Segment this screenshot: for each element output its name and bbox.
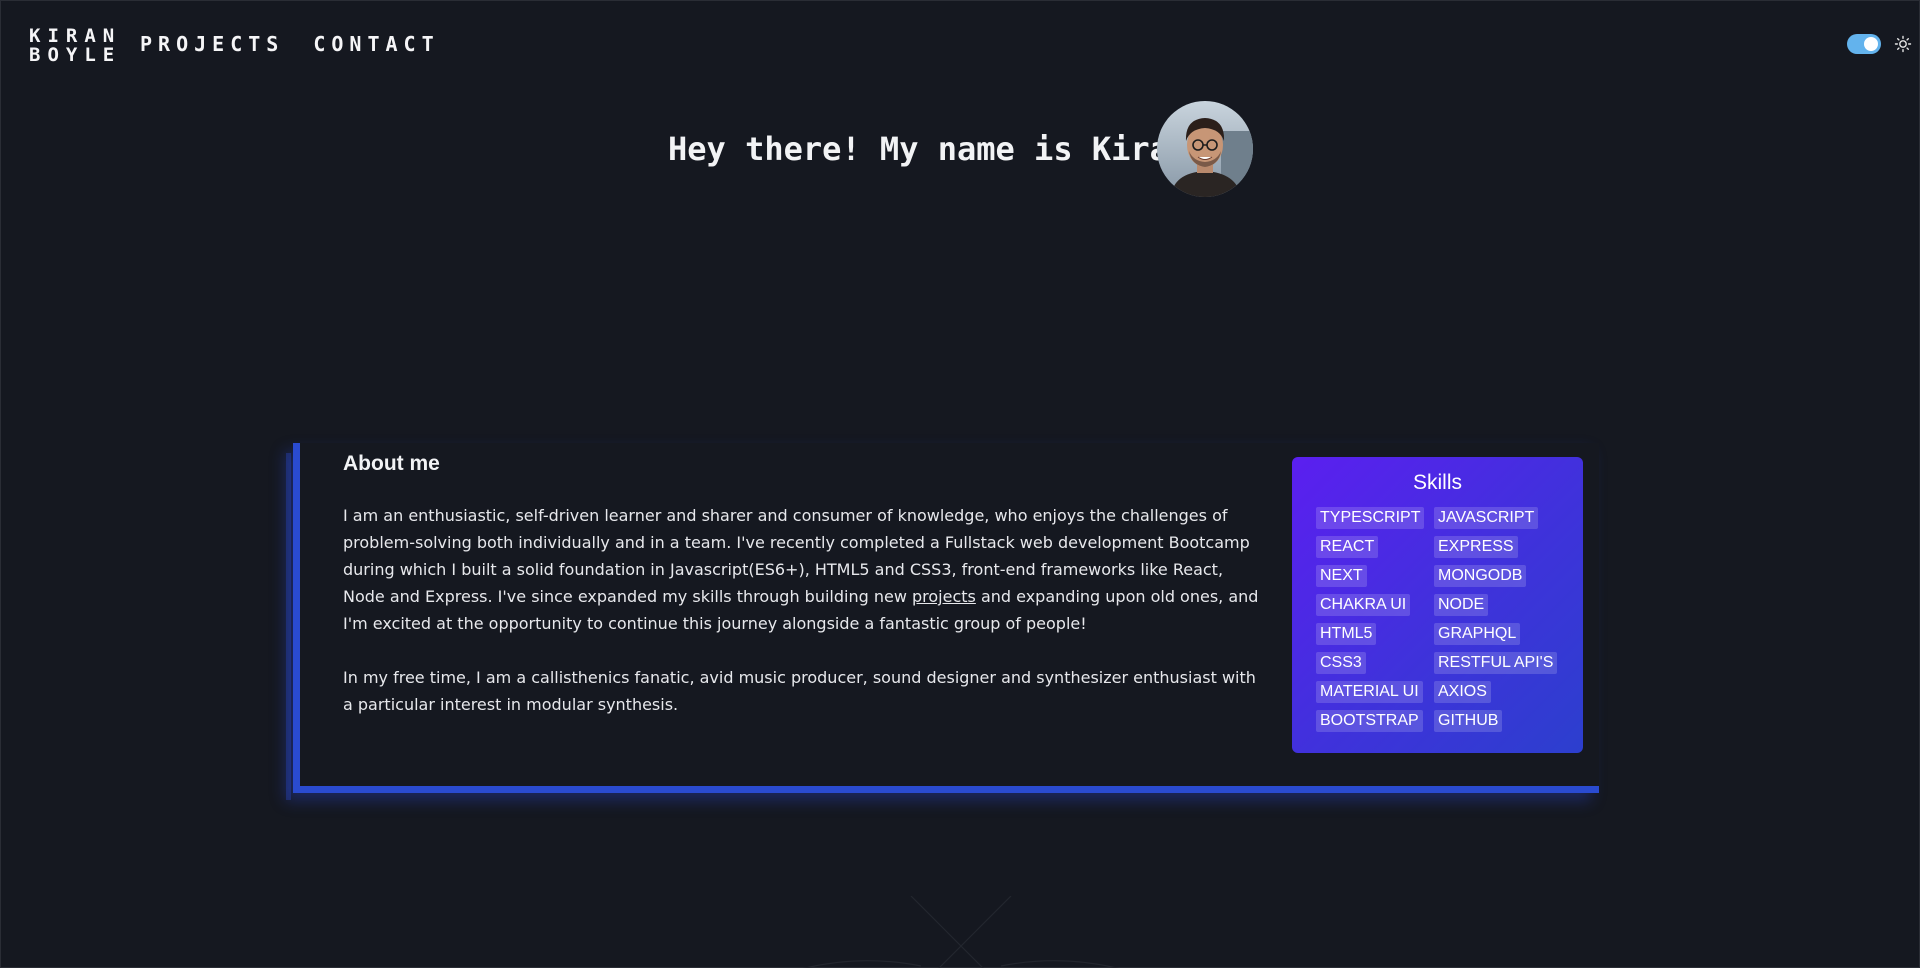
profile-avatar <box>1157 101 1253 197</box>
main-nav: PROJECTS CONTACT <box>140 32 440 56</box>
skill-tag: NODE <box>1434 594 1489 616</box>
page: KIRAN BOYLE PROJECTS CONTACT Hey there! … <box>0 0 1920 968</box>
skill-tag: TYPESCRIPT <box>1316 507 1425 529</box>
decorative-lines <box>802 896 1120 968</box>
skill-tag: AXIOS <box>1434 681 1491 703</box>
skill-tag: CHAKRA UI <box>1316 594 1411 616</box>
theme-toggle-switch[interactable] <box>1847 34 1881 54</box>
skills-panel: Skills TYPESCRIPT JAVASCRIPT REACT EXPRE… <box>1292 457 1583 753</box>
about-text: I am an enthusiastic, self-driven learne… <box>343 502 1265 718</box>
sun-icon[interactable] <box>1894 35 1912 53</box>
projects-inline-link[interactable]: projects <box>912 587 976 606</box>
skill-tag: REACT <box>1316 536 1379 558</box>
skill-tag: GITHUB <box>1434 710 1503 732</box>
skill-tag: RESTFUL API'S <box>1434 652 1558 674</box>
skill-tag: CSS3 <box>1316 652 1366 674</box>
logo-line-last: BOYLE <box>29 44 122 66</box>
skill-tag: JAVASCRIPT <box>1434 507 1539 529</box>
skills-grid: TYPESCRIPT JAVASCRIPT REACT EXPRESS NEXT… <box>1316 507 1559 732</box>
nav-link-contact[interactable]: CONTACT <box>313 32 439 56</box>
skill-tag: EXPRESS <box>1434 536 1518 558</box>
skill-tag: MATERIAL UI <box>1316 681 1423 703</box>
site-logo[interactable]: KIRAN BOYLE <box>29 27 121 65</box>
skill-tag: MONGODB <box>1434 565 1527 587</box>
skill-tag: NEXT <box>1316 565 1367 587</box>
skill-tag: HTML5 <box>1316 623 1377 645</box>
about-paragraph-2: In my free time, I am a callisthenics fa… <box>343 668 1256 714</box>
hero-title: Hey there! My name is Kiran <box>668 130 1189 168</box>
about-heading: About me <box>343 452 440 475</box>
toggle-knob <box>1864 37 1878 51</box>
skill-tag: GRAPHQL <box>1434 623 1521 645</box>
skills-title: Skills <box>1412 471 1462 494</box>
skill-tag: BOOTSTRAP <box>1316 710 1423 732</box>
nav-link-projects[interactable]: PROJECTS <box>140 32 284 56</box>
about-paragraph-1: I am an enthusiastic, self-driven learne… <box>343 502 1265 637</box>
